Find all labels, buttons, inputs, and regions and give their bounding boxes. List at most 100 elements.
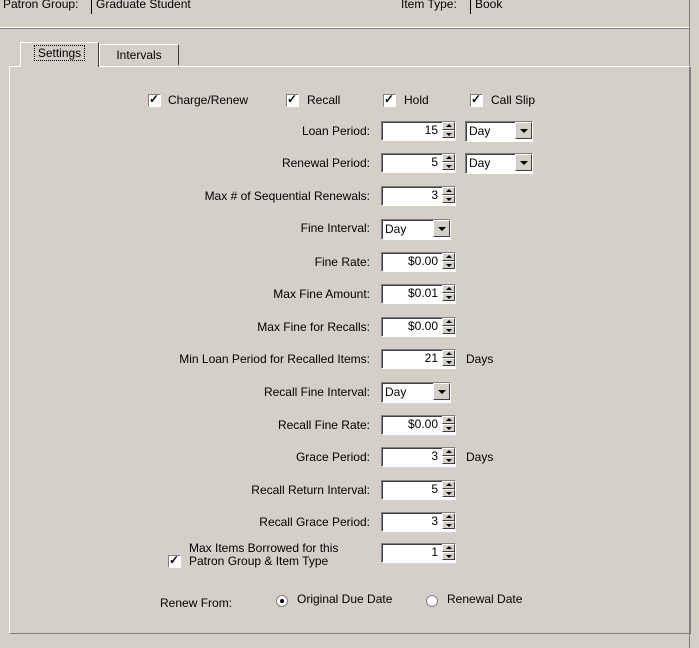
call-slip-label: Call Slip xyxy=(491,93,536,107)
spin-down-icon[interactable] xyxy=(442,293,455,301)
renewal-period-unit-select[interactable]: Day xyxy=(465,153,533,174)
original-due-date-radio[interactable] xyxy=(276,595,288,607)
fine-rate-label: Fine Rate: xyxy=(314,255,370,269)
recall-fine-interval-value: Day xyxy=(385,385,407,399)
grace-period-unit: Days xyxy=(466,450,494,464)
max-items-spinner[interactable]: 1 xyxy=(381,543,456,563)
spin-up-icon[interactable] xyxy=(442,187,455,195)
fine-interval-value: Day xyxy=(385,222,407,236)
renewal-date-label: Renewal Date xyxy=(447,592,523,606)
loan-period-value: 15 xyxy=(424,123,438,137)
max-items-checkbox[interactable]: ✓ xyxy=(168,553,181,568)
patron-group-value[interactable]: Graduate Student xyxy=(96,0,191,11)
renewal-period-unit-value: Day xyxy=(469,156,491,170)
spin-up-icon[interactable] xyxy=(442,448,455,456)
min-loan-recalled-label: Min Loan Period for Recalled Items: xyxy=(179,352,370,366)
recall-return-interval-spinner[interactable]: 5 xyxy=(381,480,456,500)
tab-settings-label: Settings xyxy=(33,45,86,61)
loan-period-unit-value: Day xyxy=(469,124,491,138)
charge-renew-checkbox[interactable]: ✓ xyxy=(148,92,161,107)
spin-up-icon[interactable] xyxy=(442,481,455,489)
patron-group-label: Patron Group: xyxy=(3,0,79,11)
spin-up-icon[interactable] xyxy=(442,544,455,552)
call-slip-checkbox[interactable]: ✓ xyxy=(470,92,483,107)
spin-down-icon[interactable] xyxy=(442,358,455,366)
recall-label: Recall xyxy=(307,93,341,107)
hold-label: Hold xyxy=(404,93,429,107)
min-loan-recalled-unit: Days xyxy=(466,352,494,366)
max-fine-recalls-value: $0.00 xyxy=(407,319,438,333)
chevron-down-icon[interactable] xyxy=(515,122,532,139)
hold-checkbox[interactable]: ✓ xyxy=(383,92,396,107)
max-seq-renewals-label: Max # of Sequential Renewals: xyxy=(204,189,370,203)
loan-period-label: Loan Period: xyxy=(301,124,370,138)
recall-fine-interval-select[interactable]: Day xyxy=(381,382,451,403)
spin-down-icon[interactable] xyxy=(442,489,455,497)
original-due-date-label: Original Due Date xyxy=(297,592,393,606)
spin-up-icon[interactable] xyxy=(442,285,455,293)
fine-interval-label: Fine Interval: xyxy=(300,221,370,235)
loan-period-unit-select[interactable]: Day xyxy=(465,121,533,142)
fine-rate-spinner[interactable]: $0.00 xyxy=(381,252,456,272)
min-loan-recalled-value: 21 xyxy=(424,351,438,365)
spin-down-icon[interactable] xyxy=(442,195,455,203)
renewal-period-spinner[interactable]: 5 xyxy=(381,153,456,173)
recall-fine-interval-label: Recall Fine Interval: xyxy=(263,385,370,399)
fine-interval-select[interactable]: Day xyxy=(381,219,451,240)
recall-return-interval-label: Recall Return Interval: xyxy=(251,483,370,497)
recall-fine-rate-spinner[interactable]: $0.00 xyxy=(381,415,456,435)
spin-up-icon[interactable] xyxy=(442,513,455,521)
renewal-period-label: Renewal Period: xyxy=(281,156,370,170)
max-seq-renewals-spinner[interactable]: 3 xyxy=(381,186,456,206)
max-fine-amount-spinner[interactable]: $0.01 xyxy=(381,284,456,304)
spin-up-icon[interactable] xyxy=(442,416,455,424)
grace-period-spinner[interactable]: 3 xyxy=(381,447,456,467)
recall-grace-period-spinner[interactable]: 3 xyxy=(381,512,456,532)
max-fine-recalls-label: Max Fine for Recalls: xyxy=(257,320,370,334)
spin-down-icon[interactable] xyxy=(442,130,455,138)
spin-down-icon[interactable] xyxy=(442,456,455,464)
item-type-value[interactable]: Book xyxy=(475,0,502,11)
tab-intervals-label: Intervals xyxy=(116,48,162,62)
max-items-label: Max Items Borrowed for this Patron Group… xyxy=(189,542,338,568)
renewal-date-radio[interactable] xyxy=(426,595,438,607)
chevron-down-icon[interactable] xyxy=(515,154,532,171)
max-fine-amount-label: Max Fine Amount: xyxy=(273,287,370,301)
recall-checkbox[interactable]: ✓ xyxy=(286,92,299,107)
grace-period-value: 3 xyxy=(431,449,438,463)
spin-down-icon[interactable] xyxy=(442,552,455,560)
chevron-down-icon[interactable] xyxy=(433,220,450,237)
charge-renew-label: Charge/Renew xyxy=(168,93,249,107)
grace-period-label: Grace Period: xyxy=(295,450,370,464)
spin-up-icon[interactable] xyxy=(442,154,455,162)
chevron-down-icon[interactable] xyxy=(433,383,450,400)
tab-panel xyxy=(9,66,691,634)
spin-up-icon[interactable] xyxy=(442,318,455,326)
spin-down-icon[interactable] xyxy=(442,326,455,334)
spin-down-icon[interactable] xyxy=(442,424,455,432)
min-loan-recalled-spinner[interactable]: 21 xyxy=(381,349,456,369)
max-seq-renewals-value: 3 xyxy=(431,188,438,202)
recall-grace-period-label: Recall Grace Period: xyxy=(259,515,370,529)
recall-return-interval-value: 5 xyxy=(431,482,438,496)
spin-up-icon[interactable] xyxy=(442,122,455,130)
max-items-label-line2: Patron Group & Item Type xyxy=(189,554,329,568)
spin-down-icon[interactable] xyxy=(442,261,455,269)
loan-period-spinner[interactable]: 15 xyxy=(381,121,456,141)
recall-fine-rate-label: Recall Fine Rate: xyxy=(277,418,370,432)
spin-down-icon[interactable] xyxy=(442,162,455,170)
recall-grace-period-value: 3 xyxy=(431,514,438,528)
max-fine-recalls-spinner[interactable]: $0.00 xyxy=(381,317,456,337)
renew-from-label: Renew From: xyxy=(160,596,233,610)
spin-up-icon[interactable] xyxy=(442,253,455,261)
fine-rate-value: $0.00 xyxy=(407,254,438,268)
spin-up-icon[interactable] xyxy=(442,350,455,358)
renewal-period-value: 5 xyxy=(431,155,438,169)
tab-settings[interactable]: Settings xyxy=(20,42,99,67)
max-items-value: 1 xyxy=(431,545,438,559)
max-fine-amount-value: $0.01 xyxy=(407,286,438,300)
item-type-label: Item Type: xyxy=(401,0,457,11)
spin-down-icon[interactable] xyxy=(442,521,455,529)
recall-fine-rate-value: $0.00 xyxy=(407,417,438,431)
tab-intervals[interactable]: Intervals xyxy=(99,44,179,65)
